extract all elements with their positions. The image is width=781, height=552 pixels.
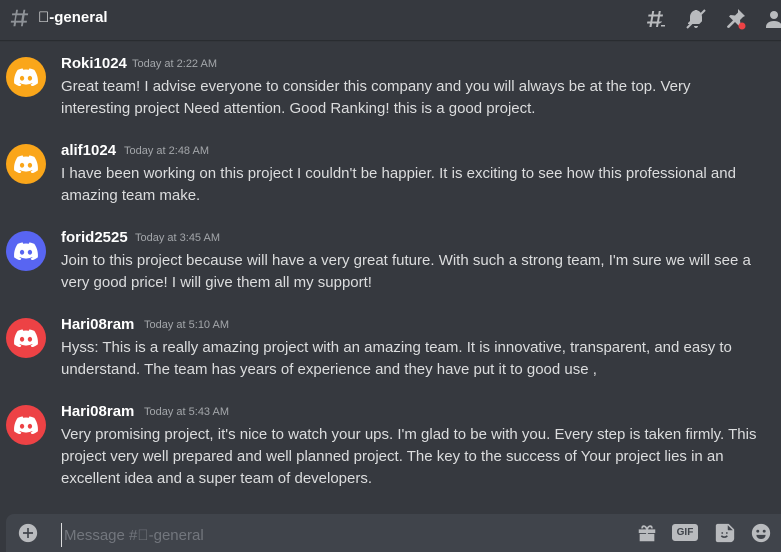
discord-logo-icon [14, 242, 38, 260]
gif-button[interactable]: GIF [672, 524, 698, 541]
threads-icon[interactable] [644, 7, 668, 31]
discord-logo-icon [14, 416, 38, 434]
notification-muted-icon[interactable] [684, 7, 708, 31]
add-attachment-icon[interactable] [18, 523, 38, 543]
username[interactable]: Roki1024 [61, 55, 127, 72]
message-composer: GIF [6, 514, 781, 552]
avatar[interactable] [6, 405, 46, 445]
avatar[interactable] [6, 144, 46, 184]
message-list[interactable]: Roki1024 Today at 2:22 AM Great team! I … [0, 40, 781, 510]
hash-icon [10, 9, 29, 27]
avatar[interactable] [6, 318, 46, 358]
message-text: Join to this project because will have a… [61, 252, 751, 291]
discord-logo-icon [14, 68, 38, 86]
timestamp: Today at 5:43 AM [144, 406, 229, 418]
timestamp: Today at 2:48 AM [124, 145, 209, 157]
pin-icon[interactable] [723, 7, 747, 31]
timestamp: Today at 5:10 AM [144, 319, 229, 331]
gift-icon[interactable] [636, 522, 658, 544]
discord-logo-icon [14, 155, 38, 173]
timestamp: Today at 2:22 AM [132, 58, 217, 70]
message-text: Hyss: This is a really amazing project w… [61, 339, 732, 378]
emoji-icon[interactable] [750, 522, 772, 544]
message-text: I have been working on this project I co… [61, 165, 736, 204]
message-text: Great team! I advise everyone to conside… [61, 78, 691, 117]
username[interactable]: Hari08ram [61, 316, 134, 333]
username[interactable]: Hari08ram [61, 403, 134, 420]
sticker-icon[interactable] [714, 522, 736, 544]
avatar[interactable] [6, 57, 46, 97]
channel-name:  -general [38, 9, 108, 26]
timestamp: Today at 3:45 AM [135, 232, 220, 244]
message-input[interactable] [61, 523, 626, 547]
message-text: Very promising project, it's nice to wat… [61, 426, 757, 487]
avatar[interactable] [6, 231, 46, 271]
username[interactable]: forid2525 [61, 229, 128, 246]
discord-logo-icon [14, 329, 38, 347]
channel-header:  -general [0, 0, 781, 40]
member-list-icon[interactable] [763, 7, 781, 31]
username[interactable]: alif1024 [61, 142, 116, 159]
